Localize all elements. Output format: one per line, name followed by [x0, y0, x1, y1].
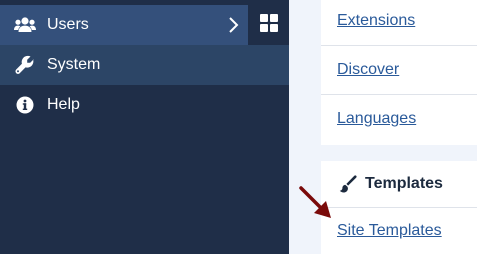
- templates-card-header: Templates: [321, 161, 477, 207]
- sidebar-item-users[interactable]: Users: [0, 5, 248, 45]
- red-arrow-icon: [296, 184, 336, 224]
- info-icon: [14, 95, 36, 115]
- sidebar-item-help[interactable]: Help: [0, 85, 289, 125]
- list-item: Extensions: [321, 0, 477, 45]
- wrench-icon: [14, 55, 36, 75]
- sidebar-item-system-label: System: [47, 56, 101, 73]
- sidebar-item-users-label: Users: [47, 16, 89, 33]
- languages-link[interactable]: Languages: [337, 110, 416, 128]
- discover-link[interactable]: Discover: [337, 61, 399, 79]
- paint-brush-icon: [339, 175, 357, 193]
- list-item: Languages: [321, 95, 477, 143]
- grid-icon: [259, 13, 278, 37]
- extensions-link[interactable]: Extensions: [337, 12, 415, 30]
- extensions-links-card: Extensions Discover Languages: [321, 0, 477, 145]
- site-templates-link[interactable]: Site Templates: [337, 222, 442, 240]
- templates-card: Templates Site Templates: [321, 161, 477, 254]
- sidebar-item-system[interactable]: System: [0, 45, 289, 85]
- list-item: Site Templates: [321, 207, 477, 254]
- sidebar-menu: Users System Help: [0, 0, 289, 254]
- chevron-right-icon: [226, 15, 240, 35]
- dashboard-button[interactable]: [248, 5, 289, 45]
- templates-card-title: Templates: [365, 175, 443, 192]
- users-icon: [14, 15, 36, 35]
- admin-screen: Users System Help Extensions Discover La…: [0, 0, 477, 254]
- sidebar-item-help-label: Help: [47, 96, 80, 113]
- list-item: Discover: [321, 46, 477, 94]
